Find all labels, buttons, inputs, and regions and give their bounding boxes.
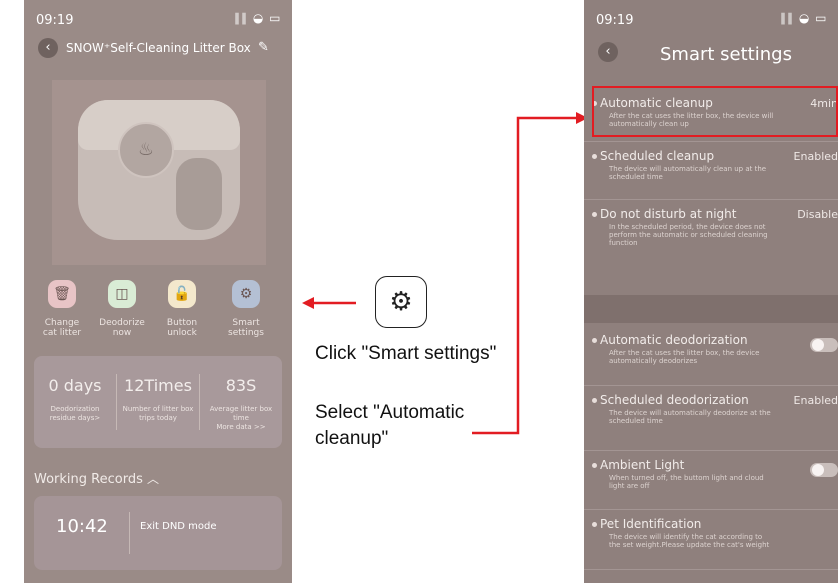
bullet-icon — [592, 212, 597, 217]
setting-description: The device will automatically deodorize … — [609, 409, 771, 425]
select-instruction: Select "Automatic cleanup" — [315, 402, 465, 449]
click-instruction: Click "Smart settings" — [315, 343, 497, 364]
section-separator — [584, 295, 838, 323]
setting-title: Pet Identification — [600, 517, 702, 531]
setting-title: Scheduled cleanup — [600, 149, 715, 163]
left-arrow-head — [302, 297, 314, 309]
status-time: 09:19 — [596, 13, 634, 28]
setting-value[interactable]: Disable — [797, 208, 838, 221]
right-arrow-line — [472, 116, 578, 435]
right-phone-screen: 09:19 ∥∥ ◒ ▭ ‹ Smart settings Automatic … — [584, 0, 838, 583]
setting-description: In the scheduled period, the device does… — [609, 223, 768, 247]
toggle-switch[interactable] — [810, 463, 838, 477]
bullet-icon — [592, 522, 597, 527]
toggle-knob — [812, 464, 824, 476]
setting-row[interactable]: Do not disturb at night In the scheduled … — [584, 199, 838, 296]
setting-value[interactable]: Enabled — [794, 394, 838, 407]
back-button[interactable]: ‹ — [598, 42, 618, 62]
bullet-icon — [592, 154, 597, 159]
setting-description: After the cat uses the litter box, the d… — [609, 349, 760, 365]
setting-description: The device will automatically clean up a… — [609, 165, 767, 181]
setting-row[interactable]: Scheduled deodorization The device will a… — [584, 385, 838, 451]
setting-title: Scheduled deodorization — [600, 393, 749, 407]
highlight-box — [592, 86, 838, 137]
setting-value[interactable]: Enabled — [794, 150, 838, 163]
setting-row[interactable]: Pet Identification The device will identi… — [584, 509, 838, 570]
setting-description: When turned off, the buttom light and cl… — [609, 474, 764, 490]
setting-description: The device will identify the cat accordi… — [609, 533, 770, 549]
gear-icon: ⚙ — [375, 276, 427, 328]
page-title: Smart settings — [660, 44, 792, 65]
setting-title: Automatic deodorization — [600, 333, 748, 347]
setting-row[interactable]: Scheduled cleanup The device will automat… — [584, 141, 838, 200]
bullet-icon — [592, 338, 597, 343]
setting-row[interactable]: Ambient Light When turned off, the buttom… — [584, 450, 838, 510]
status-icons: ∥∥ ◒ ▭ — [780, 11, 828, 25]
setting-title: Do not disturb at night — [600, 207, 737, 221]
toggle-knob — [812, 339, 824, 351]
setting-title: Ambient Light — [600, 458, 685, 472]
bullet-icon — [592, 463, 597, 468]
toggle-switch[interactable] — [810, 338, 838, 352]
bullet-icon — [592, 398, 597, 403]
setting-row[interactable]: Automatic deodorization After the cat use… — [584, 325, 838, 386]
